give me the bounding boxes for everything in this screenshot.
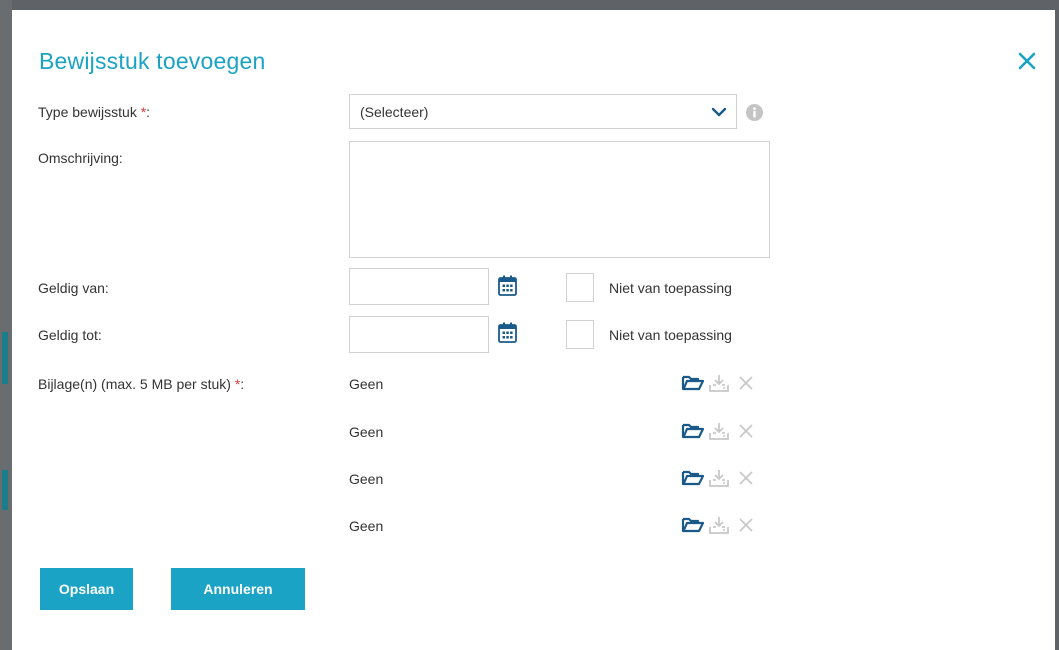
attachment-value: Geen — [349, 424, 384, 440]
description-textarea[interactable] — [349, 141, 770, 258]
folder-open-icon[interactable] — [681, 421, 705, 446]
valid-from-not-applicable-checkbox[interactable] — [566, 273, 594, 302]
delete-icon[interactable] — [736, 468, 756, 493]
backdrop-accent — [2, 332, 8, 384]
download-icon[interactable] — [708, 373, 730, 398]
attachment-actions — [681, 421, 763, 441]
delete-icon[interactable] — [736, 373, 756, 398]
delete-icon[interactable] — [736, 421, 756, 446]
backdrop-accent — [2, 470, 8, 510]
add-evidence-dialog: Bewijsstuk toevoegen Type bewijsstuk *: … — [12, 10, 1059, 650]
page-backdrop — [1055, 10, 1059, 650]
attachment-actions — [681, 468, 763, 488]
folder-open-icon[interactable] — [681, 468, 705, 493]
valid-from-input[interactable] — [349, 268, 489, 305]
page-backdrop — [0, 0, 12, 650]
download-icon[interactable] — [708, 421, 730, 446]
attachments-label: Bijlage(n) (max. 5 MB per stuk) *: — [38, 376, 245, 392]
valid-to-not-applicable-label: Niet van toepassing — [609, 327, 732, 343]
attachment-actions — [681, 515, 763, 535]
close-button[interactable] — [1014, 48, 1040, 74]
valid-to-input[interactable] — [349, 316, 489, 353]
close-icon — [1018, 52, 1036, 70]
cancel-button[interactable]: Annuleren — [171, 568, 305, 610]
type-label: Type bewijsstuk *: — [38, 104, 151, 120]
valid-to-label: Geldig tot: — [38, 327, 102, 343]
valid-from-not-applicable-label: Niet van toepassing — [609, 280, 732, 296]
valid-to-not-applicable-checkbox[interactable] — [566, 320, 594, 349]
attachment-value: Geen — [349, 471, 384, 487]
type-select[interactable]: (Selecteer) — [349, 94, 737, 129]
info-icon[interactable] — [746, 104, 763, 121]
valid-from-label: Geldig van: — [38, 280, 109, 296]
folder-open-icon[interactable] — [681, 373, 705, 398]
attachment-actions — [681, 373, 763, 393]
type-select-value: (Selecteer) — [360, 104, 429, 120]
folder-open-icon[interactable] — [681, 515, 705, 540]
chevron-down-icon — [711, 107, 727, 117]
attachment-value: Geen — [349, 518, 384, 534]
calendar-icon[interactable] — [498, 322, 517, 343]
dialog-title: Bewijsstuk toevoegen — [39, 48, 266, 74]
download-icon[interactable] — [708, 468, 730, 493]
calendar-icon[interactable] — [498, 275, 517, 296]
description-label: Omschrijving: — [38, 150, 123, 166]
download-icon[interactable] — [708, 515, 730, 540]
attachment-value: Geen — [349, 376, 384, 392]
delete-icon[interactable] — [736, 515, 756, 540]
save-button[interactable]: Opslaan — [40, 568, 133, 610]
